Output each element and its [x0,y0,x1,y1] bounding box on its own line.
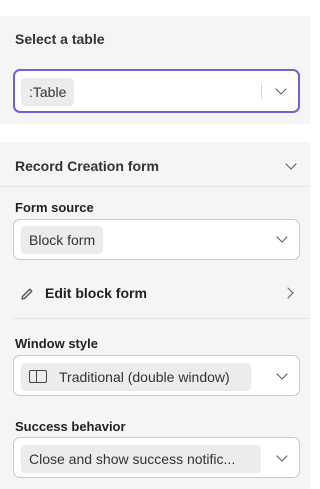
section-divider [0,186,310,187]
record-section-title: Record Creation form [15,158,159,174]
success-behavior-select[interactable]: Close and show success notific... [13,437,300,478]
window-icon [29,370,47,383]
success-behavior-value: Close and show success notific... [21,445,261,473]
table-select-value: :Table [21,78,75,106]
edit-block-form-label[interactable]: Edit block form [45,285,147,301]
chevron-down-icon[interactable] [276,368,288,380]
table-select[interactable]: :Table [13,69,300,113]
chevron-down-icon[interactable] [276,231,288,243]
window-style-value-pill: Traditional (double window) [21,363,251,391]
success-behavior-label: Success behavior [15,419,126,434]
row-divider [13,318,310,319]
chevron-down-icon[interactable] [276,450,288,462]
form-source-select[interactable]: Block form [13,219,300,260]
form-source-value: Block form [21,226,104,254]
table-section-title: Select a table [15,31,105,47]
pencil-icon [21,288,33,300]
window-style-select[interactable]: Traditional (double window) [13,355,300,396]
form-source-label: Form source [15,200,94,215]
window-style-value: Traditional (double window) [59,369,230,385]
select-separator [261,83,262,99]
window-style-label: Window style [15,336,98,351]
chevron-down-icon[interactable] [275,83,287,95]
